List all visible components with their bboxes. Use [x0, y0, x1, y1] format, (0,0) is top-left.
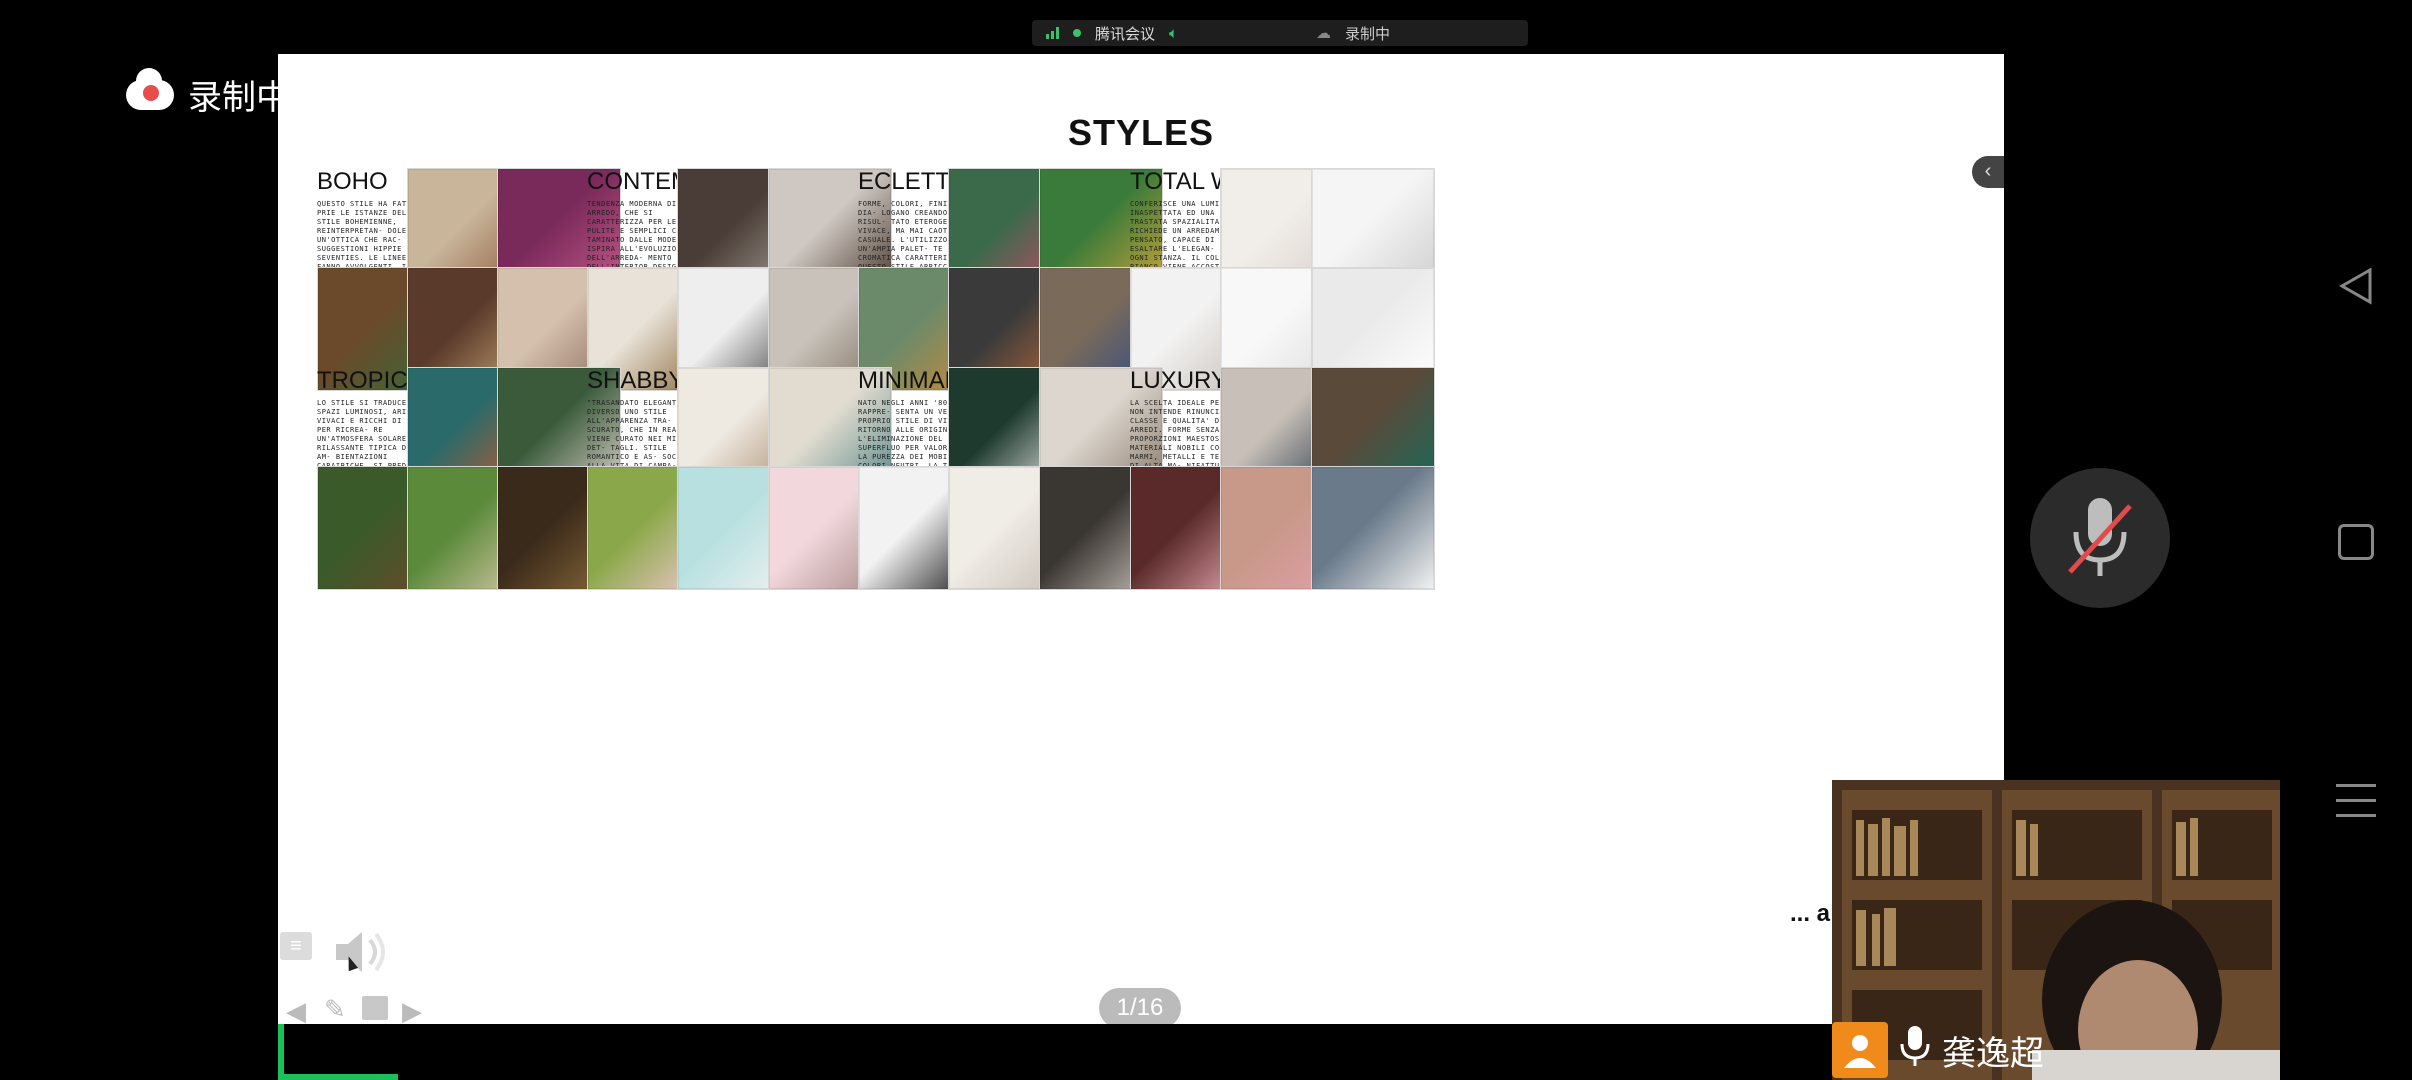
prev-slide-icon[interactable]: ◀ — [286, 996, 306, 1024]
slide-more-text: ... a — [1790, 900, 1831, 927]
meeting-app-name: 腾讯会议 — [1095, 25, 1156, 43]
connection-dot-icon — [1073, 29, 1081, 37]
participant-name-tag: 龚逸超 — [1832, 1020, 2044, 1080]
presentation-slide: STYLES BOHOQUESTO STILE HA FATTE PRO- PR… — [278, 54, 2004, 1024]
page-indicator: 1/16 — [1099, 988, 1181, 1024]
notes-icon[interactable]: ≡ — [280, 932, 312, 960]
home-nav-icon[interactable] — [2338, 524, 2374, 560]
slide-toolbar: ≡ ◀ ✎ ▶ — [280, 922, 440, 1024]
shared-screen-top-bar: 腾讯会议 🔈︎ ☁︎ 录制中 — [278, 0, 2004, 54]
recording-badge[interactable]: 录制中 — [126, 67, 290, 119]
menu-nav-icon[interactable] — [2336, 782, 2376, 818]
style-photo — [1311, 466, 1435, 590]
collapse-panel-button[interactable]: ‹ — [1972, 156, 2004, 188]
user-avatar-icon — [1832, 1022, 1888, 1078]
signal-icon — [1046, 27, 1059, 39]
participant-name: 龚逸超 — [1942, 1033, 2044, 1074]
shared-screen: 腾讯会议 🔈︎ ☁︎ 录制中 STYLES BOHO QUESTO STILE H… — [278, 0, 2004, 1080]
mute-mic-button[interactable] — [2030, 468, 2170, 608]
mic-icon — [1898, 1024, 1932, 1077]
meeting-recording-status: 录制中 — [1345, 25, 1391, 43]
slides-overview-icon[interactable] — [362, 996, 388, 1020]
mic-muted-icon — [2068, 498, 2132, 576]
meeting-status-bar[interactable]: 腾讯会议 🔈︎ ☁︎ 录制中 — [1032, 20, 1528, 46]
recording-label: 录制中 — [188, 78, 290, 118]
pen-icon[interactable]: ✎ — [324, 994, 346, 1024]
frame-corner — [278, 1074, 398, 1080]
speaker-volume-icon[interactable] — [330, 922, 390, 982]
next-slide-icon[interactable]: ▶ — [402, 996, 422, 1024]
speaker-icon: 🔈︎ — [1169, 24, 1179, 42]
slide-title: STYLES — [1067, 112, 1215, 153]
cloud-icon: ☁︎ — [1316, 25, 1332, 42]
back-nav-icon[interactable] — [2334, 264, 2378, 308]
cloud-recording-icon — [126, 67, 174, 110]
